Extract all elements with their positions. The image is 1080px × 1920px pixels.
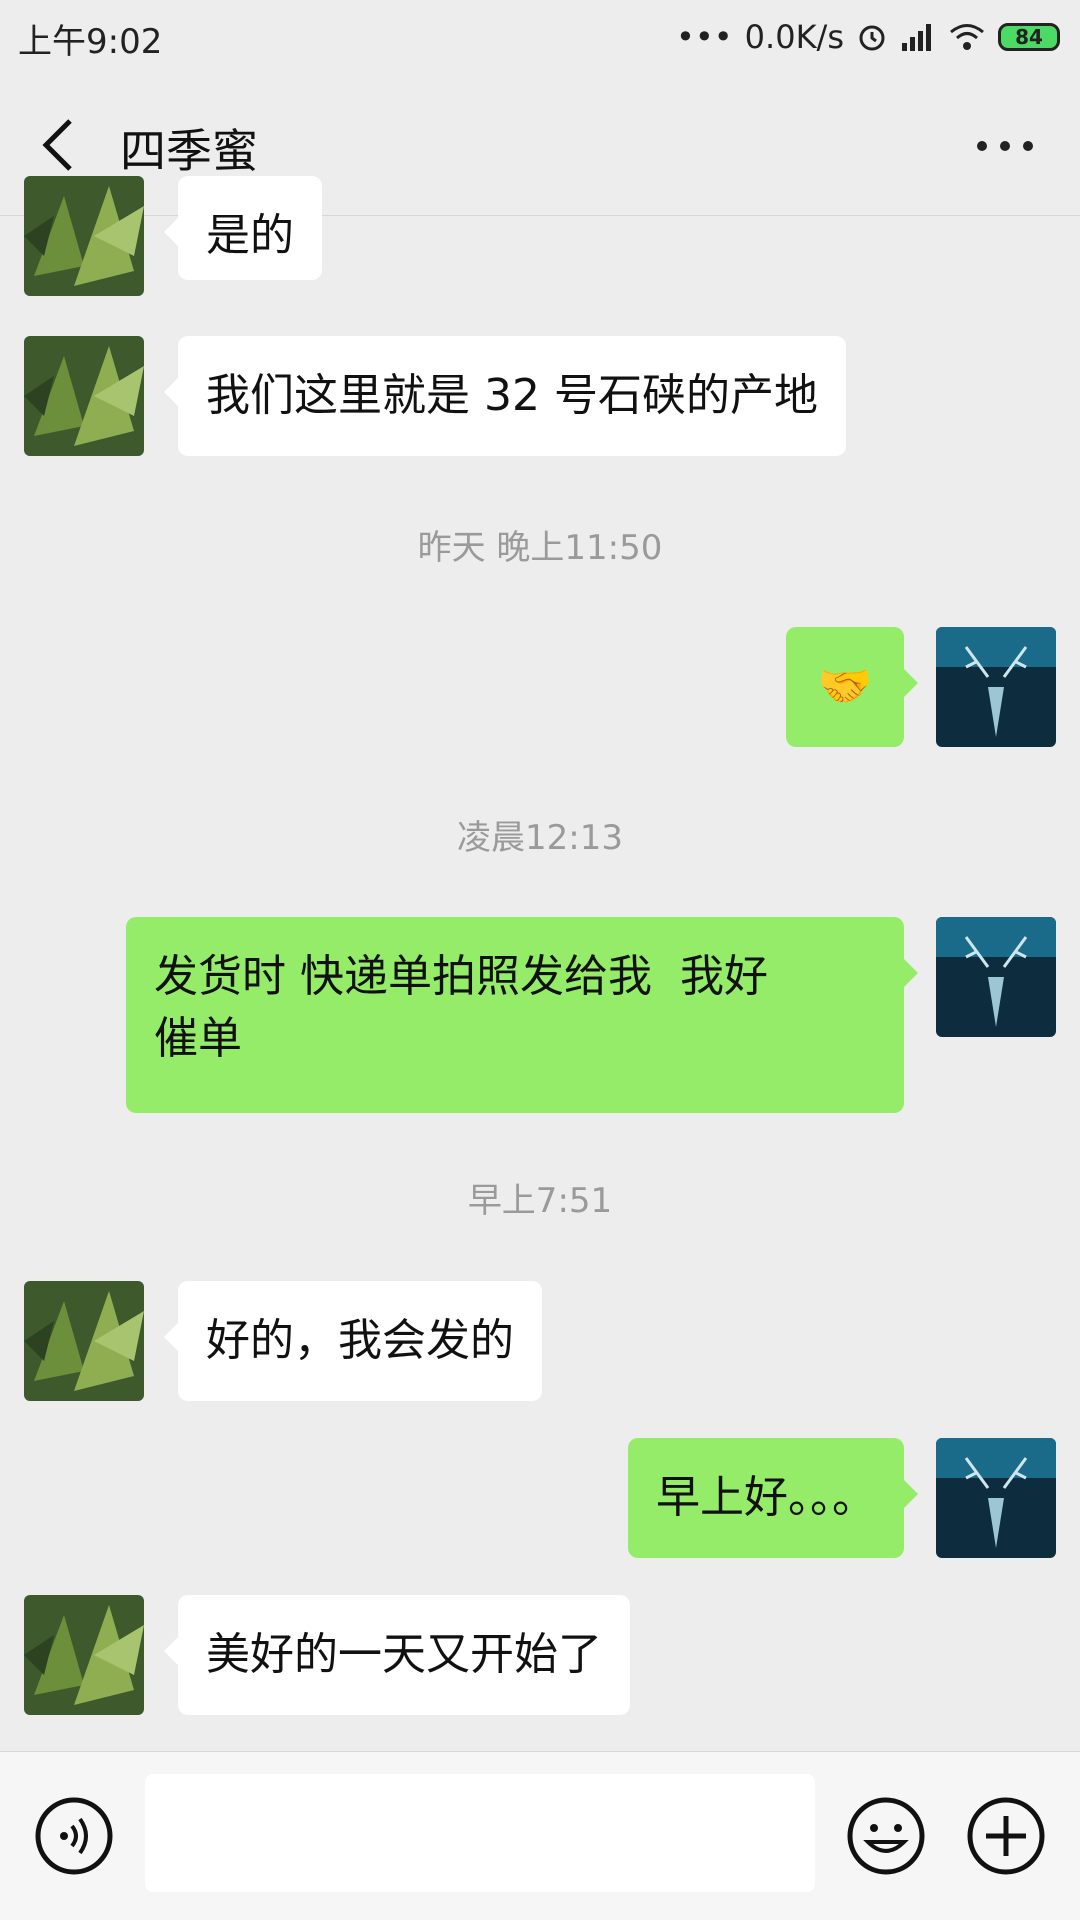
battery-indicator: 84 xyxy=(998,23,1060,51)
message-bubble[interactable]: 是的 xyxy=(164,176,322,280)
plant-avatar-icon xyxy=(24,1595,144,1715)
contact-avatar[interactable] xyxy=(24,336,144,456)
message-row: 是的 xyxy=(0,176,1080,300)
add-attachment-icon[interactable] xyxy=(966,1796,1046,1876)
input-bar xyxy=(0,1751,1080,1920)
message-bubble[interactable]: 早上好。。。 xyxy=(628,1438,918,1558)
contact-avatar[interactable] xyxy=(24,1595,144,1715)
alarm-icon xyxy=(859,25,885,51)
emoji-icon[interactable] xyxy=(846,1796,926,1876)
message-input[interactable] xyxy=(145,1774,815,1892)
voice-input-icon[interactable] xyxy=(34,1796,114,1876)
deer-avatar-icon xyxy=(936,627,1056,747)
my-avatar[interactable] xyxy=(936,917,1056,1037)
message-row: 早上好。。。 xyxy=(0,1438,1080,1562)
message-bubble[interactable]: 好的，我会发的 xyxy=(164,1281,542,1401)
contact-avatar[interactable] xyxy=(24,1281,144,1401)
network-speed: 0.0K/s xyxy=(744,18,844,56)
message-bubble[interactable]: 🤝 xyxy=(786,627,918,747)
signal-icon xyxy=(902,24,931,51)
message-bubble[interactable]: 美好的一天又开始了 xyxy=(164,1595,630,1715)
timestamp: 昨天 晚上11:50 xyxy=(417,528,663,568)
back-icon[interactable] xyxy=(36,115,84,175)
contact-avatar[interactable] xyxy=(24,176,144,296)
my-avatar[interactable] xyxy=(936,1438,1056,1558)
timestamp: 凌晨12:13 xyxy=(457,818,623,858)
message-bubble[interactable]: 我们这里就是 32 号石硖的产地 xyxy=(164,336,846,456)
plant-avatar-icon xyxy=(24,1281,144,1401)
plant-avatar-icon xyxy=(24,176,144,296)
message-row: 发货时 快递单拍照发给我 我好 催单 xyxy=(0,917,1080,1113)
more-options-icon[interactable] xyxy=(970,121,1040,171)
message-row: 美好的一天又开始了 xyxy=(0,1595,1080,1719)
timestamp: 早上7:51 xyxy=(467,1181,613,1221)
chat-screen: 上午9:02 ••• 0.0K/s 84 四季蜜 是的 我们这里就是 32 号石… xyxy=(0,0,1080,1920)
message-bubble[interactable]: 发货时 快递单拍照发给我 我好 催单 xyxy=(126,917,918,1113)
deer-avatar-icon xyxy=(936,917,1056,1037)
status-icons: ••• 0.0K/s 84 xyxy=(676,12,1060,62)
plant-avatar-icon xyxy=(24,336,144,456)
my-avatar[interactable] xyxy=(936,627,1056,747)
status-bar: 上午9:02 ••• 0.0K/s 84 xyxy=(0,0,1080,75)
wifi-icon xyxy=(950,24,984,50)
message-row: 我们这里就是 32 号石硖的产地 xyxy=(0,336,1080,460)
status-time: 上午9:02 xyxy=(18,22,163,62)
message-row: 好的，我会发的 xyxy=(0,1281,1080,1405)
deer-avatar-icon xyxy=(936,1438,1056,1558)
more-dots-icon: ••• xyxy=(676,18,733,56)
chat-title: 四季蜜 xyxy=(120,124,258,178)
message-row: 🤝 xyxy=(0,627,1080,751)
